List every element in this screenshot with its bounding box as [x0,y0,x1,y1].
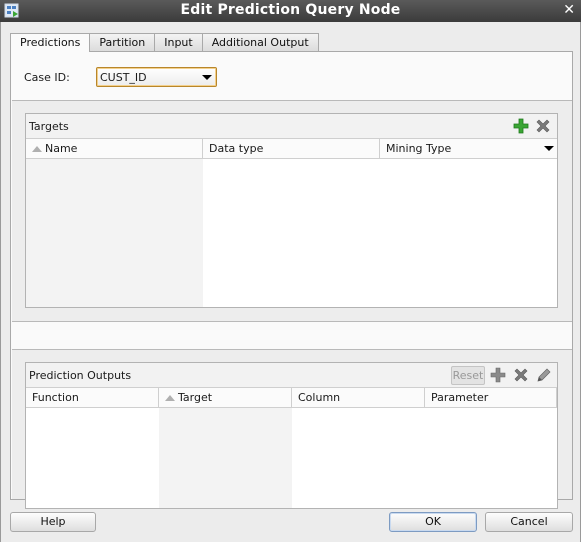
targets-table-body[interactable] [26,159,557,307]
column-header-mining-type[interactable]: Mining Type [380,139,557,159]
edit-pencil-icon[interactable] [535,366,553,384]
delete-target-icon[interactable] [534,117,552,135]
prediction-outputs-header: Prediction Outputs Reset [26,363,557,388]
column-header-name[interactable]: Name [26,139,203,159]
prediction-outputs-panel: Prediction Outputs Reset Function Target… [25,362,558,509]
dialog-window: Predictions Partition Input Additional O… [0,22,581,542]
column-menu-icon[interactable] [544,146,554,151]
add-target-icon[interactable] [512,117,530,135]
sort-ascending-icon [32,146,42,152]
prediction-outputs-title: Prediction Outputs [29,369,132,382]
targets-title: Targets [29,120,69,133]
targets-column-headers: Name Data type Mining Type [26,139,557,159]
column-header-column[interactable]: Column [292,388,425,408]
delete-output-icon[interactable] [512,366,530,384]
add-output-icon[interactable] [489,366,507,384]
window-title: Edit Prediction Query Node [180,2,401,18]
predictions-tab-panel: Case ID: CUST_ID Targets Name Data type … [10,51,573,509]
column-header-function[interactable]: Function [26,388,159,408]
case-id-dropdown[interactable]: CUST_ID [96,67,217,87]
column-header-data-type[interactable]: Data type [203,139,380,159]
case-id-label: Case ID: [24,71,70,84]
tab-partition[interactable]: Partition [89,33,156,51]
ok-button[interactable]: OK [389,512,477,532]
help-button[interactable]: Help [10,512,96,532]
tab-additional-output[interactable]: Additional Output [201,33,319,51]
title-bar: Edit Prediction Query Node ✕ [0,0,581,22]
targets-panel: Targets Name Data type Mining Type [25,113,558,308]
case-id-value: CUST_ID [100,71,147,84]
tab-input[interactable]: Input [154,33,203,51]
column-header-target[interactable]: Target [159,388,292,408]
prediction-outputs-section: Prediction Outputs Reset Function Target… [12,349,572,509]
close-icon[interactable]: ✕ [563,2,575,18]
prediction-outputs-column-headers: Function Target Column Parameter [26,388,557,408]
column-header-parameter[interactable]: Parameter [425,388,557,408]
cancel-button[interactable]: Cancel [485,512,573,532]
targets-section: Targets Name Data type Mining Type [12,100,572,322]
sort-ascending-icon [165,395,175,401]
reset-button[interactable]: Reset [451,366,485,385]
chevron-down-icon [202,75,212,80]
tab-predictions[interactable]: Predictions [10,33,91,52]
target-column-shade [159,408,292,508]
targets-header: Targets [26,114,557,139]
name-column-shade [26,159,203,307]
tab-strip: Predictions Partition Input Additional O… [10,33,319,52]
prediction-outputs-table-body[interactable] [26,408,557,508]
